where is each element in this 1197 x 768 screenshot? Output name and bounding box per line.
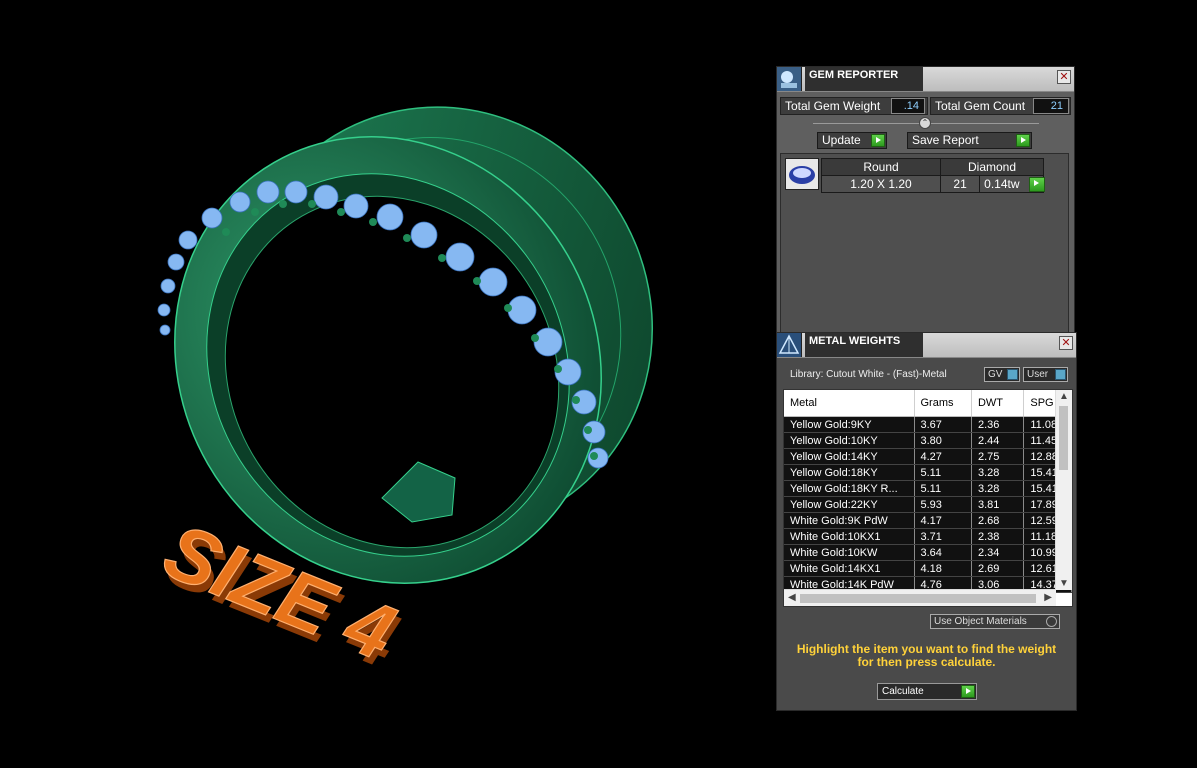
metal-name-cell: Yellow Gold:14KY bbox=[784, 448, 915, 465]
scroll-down-icon[interactable]: ▼ bbox=[1059, 578, 1069, 589]
metal-row[interactable]: White Gold:9K PdW 4.17 2.68 12.59 bbox=[784, 512, 1072, 529]
gem-reporter-logo-icon bbox=[777, 67, 802, 91]
gem-size-cell: 1.20 X 1.20 bbox=[821, 175, 941, 193]
gv-indicator-icon bbox=[1007, 369, 1018, 380]
gem-shape-header: Round bbox=[821, 158, 941, 176]
grams-cell: 5.11 bbox=[914, 464, 972, 481]
collapse-handle-icon[interactable]: ⌃ bbox=[919, 117, 931, 129]
metal-weights-title: METAL WEIGHTS bbox=[805, 333, 923, 357]
dwt-cell: 2.69 bbox=[971, 560, 1025, 577]
metal-table[interactable]: Metal Grams DWT SPG Yellow Gold:9KY 3.67 2… bbox=[783, 389, 1073, 607]
grams-cell: 4.17 bbox=[914, 512, 972, 529]
calculate-button-label: Calculate bbox=[882, 686, 924, 697]
gem-count-cell: 21 bbox=[939, 175, 981, 193]
scroll-right-icon[interactable]: ▶ bbox=[1044, 592, 1052, 603]
grams-cell: 3.71 bbox=[914, 528, 972, 545]
metal-row[interactable]: Yellow Gold:14KY 4.27 2.75 12.88 bbox=[784, 448, 1072, 465]
total-gem-weight-field[interactable]: .14 bbox=[891, 98, 925, 114]
metal-weights-panel: METAL WEIGHTS ✕ Library: Cutout White - … bbox=[776, 332, 1077, 711]
grams-cell: 3.80 bbox=[914, 432, 972, 449]
round-gem-thumbnail bbox=[785, 158, 819, 190]
calculate-hint-line2: for then press calculate. bbox=[857, 655, 996, 669]
col-dwt-header[interactable]: DWT bbox=[971, 390, 1025, 417]
scroll-left-icon[interactable]: ◀ bbox=[788, 592, 796, 603]
metal-row[interactable]: Yellow Gold:22KY 5.93 3.81 17.89 bbox=[784, 496, 1072, 513]
metal-row[interactable]: White Gold:10KX1 3.71 2.38 11.18 bbox=[784, 528, 1072, 545]
dwt-cell: 2.36 bbox=[971, 416, 1025, 433]
gv-toggle-label: GV bbox=[988, 369, 1003, 380]
dwt-cell: 2.38 bbox=[971, 528, 1025, 545]
metal-row[interactable]: White Gold:10KW 3.64 2.34 10.99 bbox=[784, 544, 1072, 561]
update-arrow-icon bbox=[871, 134, 885, 147]
ring-model: SIZE 4 SIZE 4 bbox=[152, 106, 653, 685]
gem-row-arrow-icon[interactable] bbox=[1029, 177, 1045, 192]
gem-reporter-titlebar[interactable]: GEM REPORTER ✕ bbox=[777, 67, 1074, 92]
grams-cell: 4.27 bbox=[914, 448, 972, 465]
gv-toggle[interactable]: GV bbox=[984, 367, 1020, 382]
library-label: Library: Cutout White - (Fast)-Metal bbox=[790, 369, 947, 380]
gem-reporter-panel: GEM REPORTER ✕ Total Gem Weight .14 Tota… bbox=[776, 66, 1075, 336]
grams-cell: 3.64 bbox=[914, 544, 972, 561]
metal-weights-close-icon[interactable]: ✕ bbox=[1059, 336, 1073, 350]
gem-row[interactable]: 1.20 X 1.20 21 0.14tw bbox=[821, 175, 1044, 193]
user-toggle-label: User bbox=[1027, 369, 1049, 380]
grams-cell: 4.18 bbox=[914, 560, 972, 577]
metal-name-cell: Yellow Gold:10KY bbox=[784, 432, 915, 449]
dwt-cell: 3.81 bbox=[971, 496, 1025, 513]
metal-name-cell: Yellow Gold:18KY R... bbox=[784, 480, 915, 497]
update-button[interactable]: Update bbox=[817, 132, 887, 149]
metal-name-cell: White Gold:10KW bbox=[784, 544, 915, 561]
metal-row[interactable]: Yellow Gold:18KY 5.11 3.28 15.41 bbox=[784, 464, 1072, 481]
metal-name-cell: White Gold:9K PdW bbox=[784, 512, 915, 529]
calculate-button[interactable]: Calculate bbox=[877, 683, 977, 700]
gem-material-header: Diamond bbox=[940, 158, 1044, 176]
metal-name-cell: White Gold:10KX1 bbox=[784, 528, 915, 545]
gem-reporter-close-icon[interactable]: ✕ bbox=[1057, 70, 1071, 84]
use-object-materials-label: Use Object Materials bbox=[934, 616, 1027, 627]
gem-table: Round Diamond 1.20 X 1.20 21 0.14tw bbox=[821, 158, 1044, 193]
save-report-arrow-icon bbox=[1016, 134, 1030, 147]
metal-name-cell: Yellow Gold:9KY bbox=[784, 416, 915, 433]
dwt-cell: 3.28 bbox=[971, 464, 1025, 481]
total-gem-count-field[interactable]: 21 bbox=[1033, 98, 1069, 114]
grams-cell: 3.67 bbox=[914, 416, 972, 433]
save-report-button[interactable]: Save Report bbox=[907, 132, 1032, 149]
vertical-scrollbar[interactable]: ▲ ▼ bbox=[1055, 390, 1072, 590]
user-toggle[interactable]: User bbox=[1023, 367, 1068, 382]
calculate-arrow-icon bbox=[961, 685, 975, 698]
dwt-cell: 2.44 bbox=[971, 432, 1025, 449]
metal-name-cell: White Gold:14KX1 bbox=[784, 560, 915, 577]
metal-row[interactable]: Yellow Gold:18KY R... 5.11 3.28 15.41 bbox=[784, 480, 1072, 497]
horizontal-scrollbar[interactable]: ◀ ▶ bbox=[784, 589, 1056, 606]
use-object-materials-toggle[interactable]: Use Object Materials bbox=[930, 614, 1060, 629]
col-metal-header[interactable]: Metal bbox=[784, 390, 915, 417]
dwt-cell: 2.68 bbox=[971, 512, 1025, 529]
grams-cell: 5.93 bbox=[914, 496, 972, 513]
save-report-button-label: Save Report bbox=[912, 133, 979, 147]
use-object-materials-radio-icon bbox=[1046, 616, 1057, 627]
horizontal-scroll-thumb[interactable] bbox=[800, 594, 1036, 603]
metal-name-cell: Yellow Gold:22KY bbox=[784, 496, 915, 513]
gem-reporter-title: GEM REPORTER bbox=[805, 67, 923, 91]
3d-viewport[interactable]: SIZE 4 SIZE 4 bbox=[0, 0, 760, 763]
metal-weights-logo-icon bbox=[777, 333, 802, 357]
metal-name-cell: Yellow Gold:18KY bbox=[784, 464, 915, 481]
metal-row[interactable]: Yellow Gold:9KY 3.67 2.36 11.08 bbox=[784, 416, 1072, 433]
metal-weights-titlebar[interactable]: METAL WEIGHTS ✕ bbox=[777, 333, 1076, 358]
metal-row[interactable]: Yellow Gold:10KY 3.80 2.44 11.45 bbox=[784, 432, 1072, 449]
update-button-label: Update bbox=[822, 133, 861, 147]
gem-list-area: Round Diamond 1.20 X 1.20 21 0.14tw bbox=[780, 153, 1069, 333]
metal-row[interactable]: White Gold:14KX1 4.18 2.69 12.61 bbox=[784, 560, 1072, 577]
grams-cell: 5.11 bbox=[914, 480, 972, 497]
scroll-up-icon[interactable]: ▲ bbox=[1059, 391, 1069, 402]
dwt-cell: 2.75 bbox=[971, 448, 1025, 465]
col-grams-header[interactable]: Grams bbox=[914, 390, 972, 417]
vertical-scroll-thumb[interactable] bbox=[1059, 406, 1068, 470]
dwt-cell: 3.28 bbox=[971, 480, 1025, 497]
user-indicator-icon bbox=[1055, 369, 1066, 380]
dwt-cell: 2.34 bbox=[971, 544, 1025, 561]
